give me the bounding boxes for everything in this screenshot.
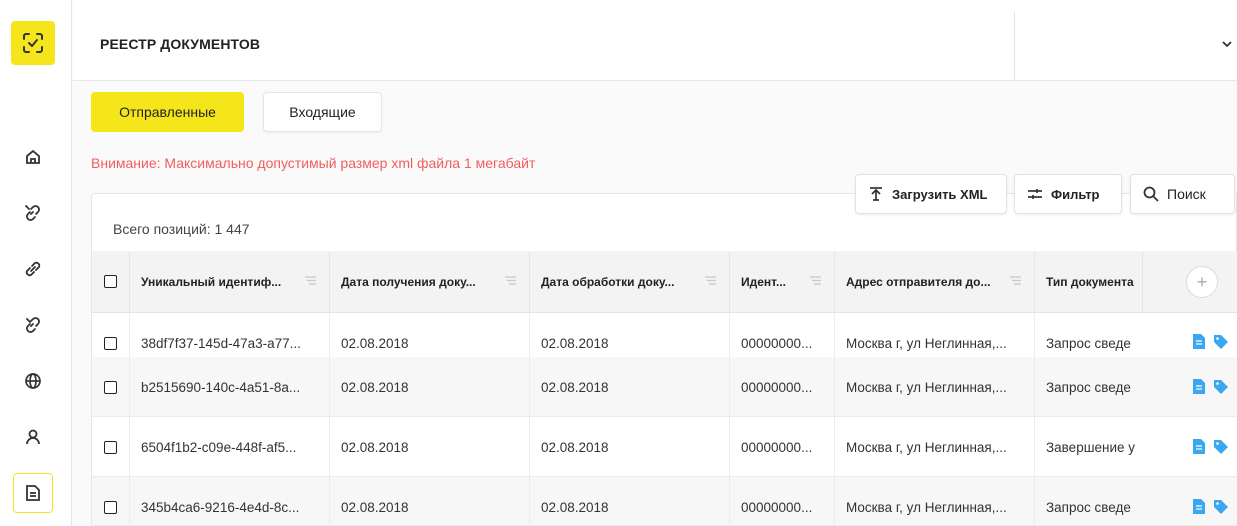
tag-icon[interactable] <box>1214 499 1228 514</box>
logo[interactable] <box>11 21 55 65</box>
total-count: Всего позиций: 1 447 <box>113 221 250 237</box>
cell-uid: 345b4ca6-9216-4e4d-8c... <box>130 477 330 526</box>
search-button[interactable]: Поиск <box>1130 174 1235 214</box>
chevron-down-icon[interactable] <box>1221 36 1233 54</box>
column-header-label: Уникальный идентиф... <box>141 275 282 289</box>
column-header-processed-date[interactable]: Дата обработки доку... <box>530 251 730 313</box>
cell-identifier: 00000000... <box>730 477 835 526</box>
cell-received-date: 02.08.2018 <box>330 357 530 417</box>
column-header-doc-type[interactable]: Тип документа <box>1035 251 1143 313</box>
table-row[interactable]: 6504f1b2-c09e-448f-af5... 02.08.2018 02.… <box>92 417 1237 477</box>
unlink-icon <box>26 317 40 333</box>
tab-inbox[interactable]: Входящие <box>263 92 382 132</box>
table-row[interactable]: 345b4ca6-9216-4e4d-8c... 02.08.2018 02.0… <box>92 477 1237 526</box>
sidebar-item-home[interactable] <box>13 137 53 177</box>
column-menu-icon[interactable] <box>705 276 716 285</box>
column-header-identifier[interactable]: Идент... <box>730 251 835 313</box>
document-icon <box>26 485 40 501</box>
select-all-checkbox[interactable] <box>104 275 117 288</box>
cell-identifier: 00000000... <box>730 417 835 477</box>
column-header-sender-address[interactable]: Адрес отправителя до... <box>835 251 1035 313</box>
page-title: РЕЕСТР ДОКУМЕНТОВ <box>100 36 261 52</box>
cell-uid: 6504f1b2-c09e-448f-af5... <box>130 417 330 477</box>
cell-processed-date: 02.08.2018 <box>530 417 730 477</box>
sidebar-item-broken-link[interactable] <box>13 193 53 233</box>
column-header-uid[interactable]: Уникальный идентиф... <box>130 251 330 313</box>
table-row[interactable]: b2515690-140c-4a51-8a... 02.08.2018 02.0… <box>92 357 1237 417</box>
filter-button[interactable]: Фильтр <box>1014 174 1122 214</box>
cell-doc-type: Запрос сведе <box>1046 499 1131 515</box>
select-all-cell <box>92 251 130 313</box>
app: РЕЕСТР ДОКУМЕНТОВ Отправленные Входящие … <box>0 0 1237 526</box>
search-icon <box>1143 186 1159 202</box>
cell-sender-address: Москва г, ул Неглинная,... <box>835 357 1035 417</box>
row-checkbox[interactable] <box>104 336 117 350</box>
cell-identifier: 00000000... <box>730 357 835 417</box>
globe-icon <box>25 373 41 389</box>
add-column-button[interactable]: + <box>1186 266 1218 298</box>
cell-received-date: 02.08.2018 <box>330 417 530 477</box>
home-icon <box>26 149 40 164</box>
cell-processed-date: 02.08.2018 <box>530 477 730 526</box>
broken-link-icon <box>25 205 40 221</box>
header: РЕЕСТР ДОКУМЕНТОВ <box>73 0 1237 81</box>
cell-sender-address: Москва г, ул Неглинная,... <box>835 417 1035 477</box>
sidebar-item-documents[interactable] <box>13 473 53 513</box>
row-select-cell <box>92 417 130 477</box>
view-document-icon[interactable] <box>1193 439 1205 454</box>
column-menu-icon[interactable] <box>1010 276 1021 285</box>
cell-uid: b2515690-140c-4a51-8a... <box>130 357 330 417</box>
scan-check-icon <box>23 33 43 53</box>
filter-icon <box>1028 189 1042 199</box>
user-icon <box>26 429 40 445</box>
row-actions <box>1193 439 1237 454</box>
view-document-icon[interactable] <box>1193 499 1205 514</box>
sidebar-item-link[interactable] <box>13 249 53 289</box>
filter-label: Фильтр <box>1051 186 1100 202</box>
tag-icon[interactable] <box>1214 379 1228 394</box>
row-actions <box>1193 499 1237 514</box>
row-actions <box>1193 379 1237 394</box>
tag-icon[interactable] <box>1214 439 1228 454</box>
cell-sender-address: Москва г, ул Неглинная,... <box>835 477 1035 526</box>
search-label: Поиск <box>1167 186 1206 202</box>
cell-doc-type: Завершение у <box>1046 439 1136 455</box>
link-icon <box>25 261 41 277</box>
sidebar-item-user[interactable] <box>13 417 53 457</box>
column-menu-icon[interactable] <box>305 276 316 285</box>
column-header-label: Дата получения доку... <box>341 275 476 289</box>
row-checkbox[interactable] <box>104 440 117 454</box>
column-menu-icon[interactable] <box>810 276 821 285</box>
column-menu-icon[interactable] <box>505 276 516 285</box>
row-actions <box>1193 334 1237 349</box>
sidebar-item-globe[interactable] <box>13 361 53 401</box>
row-select-cell <box>92 357 130 417</box>
upload-xml-button[interactable]: Загрузить XML <box>855 174 1007 214</box>
column-header-label: Идент... <box>741 275 786 289</box>
row-checkbox[interactable] <box>104 500 117 514</box>
column-header-label: Дата обработки доку... <box>541 275 675 289</box>
tag-icon[interactable] <box>1214 334 1228 349</box>
tab-sent[interactable]: Отправленные <box>91 92 244 132</box>
sidebar <box>0 0 72 526</box>
cell-doc-type: Запрос сведе <box>1046 379 1131 395</box>
table-header: Уникальный идентиф... Дата получения док… <box>92 251 1237 313</box>
upload-icon <box>870 187 882 201</box>
row-select-cell <box>92 477 130 526</box>
sidebar-item-unlink[interactable] <box>13 305 53 345</box>
cell-processed-date: 02.08.2018 <box>530 357 730 417</box>
column-header-label: Тип документа <box>1046 275 1134 289</box>
column-header-received-date[interactable]: Дата получения доку... <box>330 251 530 313</box>
view-document-icon[interactable] <box>1193 334 1205 349</box>
header-divider <box>1014 12 1015 81</box>
column-header-label: Адрес отправителя до... <box>846 275 991 289</box>
view-document-icon[interactable] <box>1193 379 1205 394</box>
row-checkbox[interactable] <box>104 380 117 394</box>
warning-text: Внимание: Максимально допустимый размер … <box>91 155 536 171</box>
cell-received-date: 02.08.2018 <box>330 477 530 526</box>
upload-xml-label: Загрузить XML <box>892 186 988 202</box>
